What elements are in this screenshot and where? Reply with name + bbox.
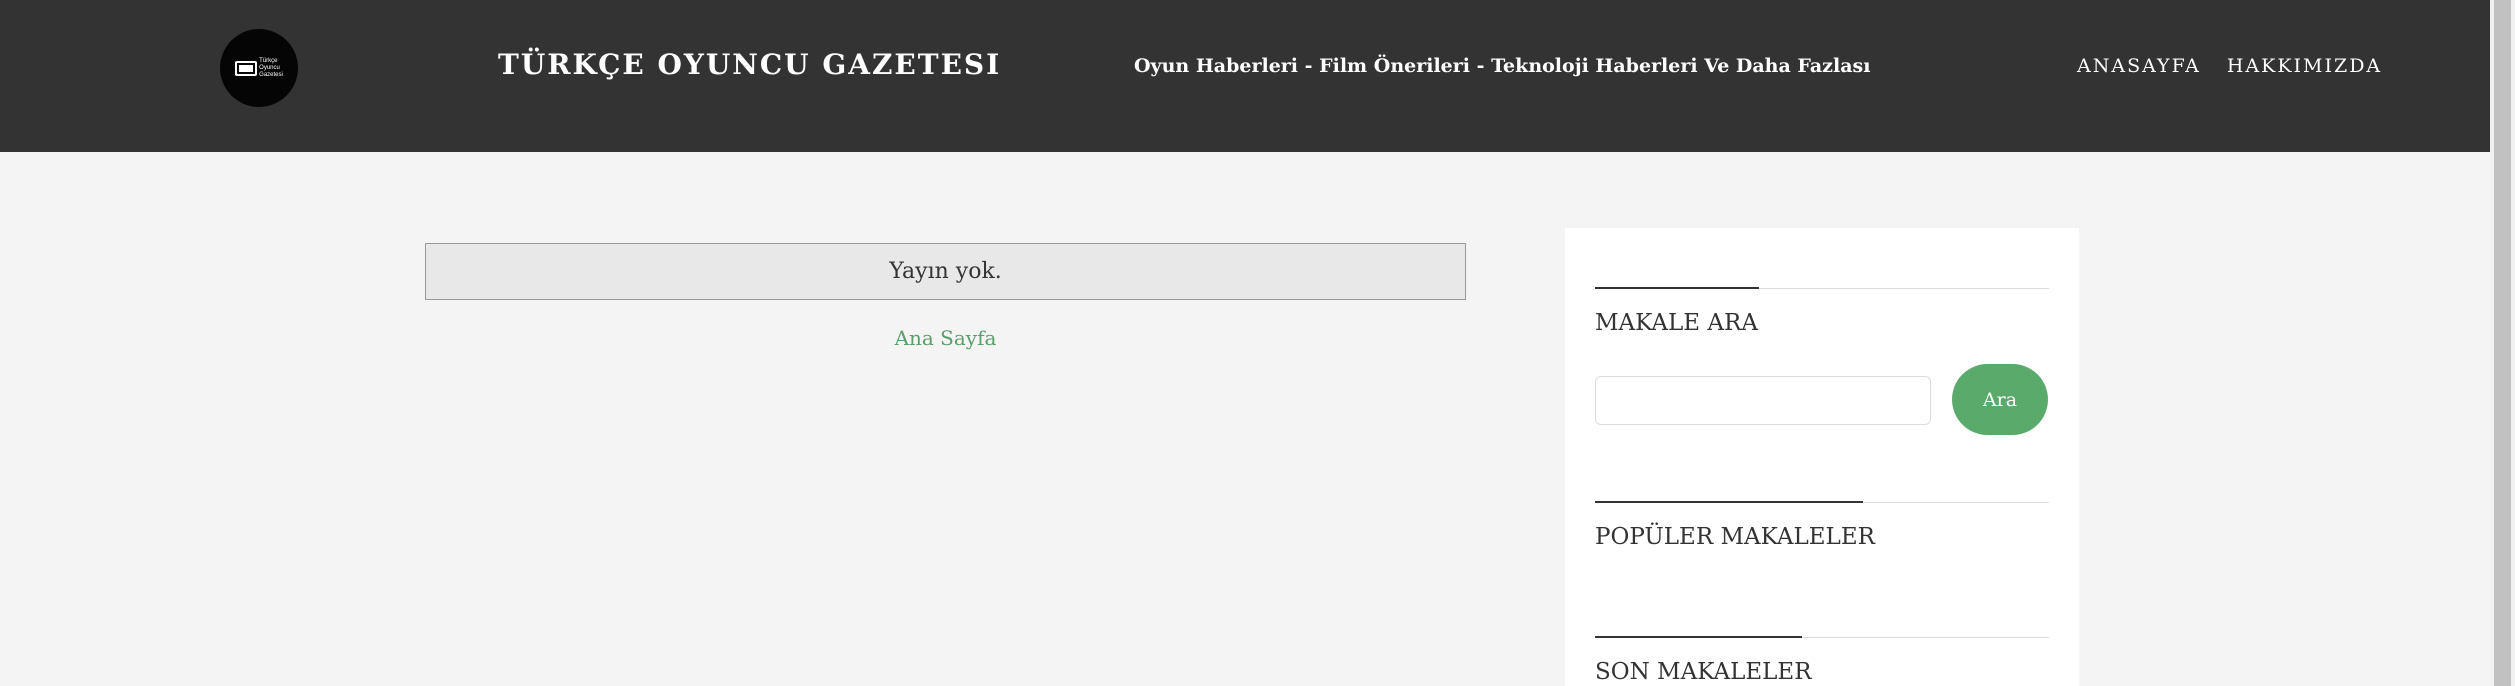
home-link[interactable]: Ana Sayfa [425,326,1466,350]
widget-divider [1595,501,2049,503]
empty-posts-notice: Yayın yok. [425,243,1466,300]
scrollbar-thumb[interactable] [2494,0,2511,686]
sidebar: MAKALE ARA Ara POPÜLER MAKALELER SON MAK… [1565,228,2079,686]
site-title[interactable]: TÜRKÇE OYUNCU GAZETESI [498,48,1001,81]
tv-icon [235,60,258,76]
nav-item-anasayfa[interactable]: ANASAYFA [2077,55,2201,77]
nav-item-hakkimizda[interactable]: HAKKIMIZDA [2227,55,2382,77]
search-button[interactable]: Ara [1952,364,2048,435]
site-tagline: Oyun Haberleri - Film Önerileri - Teknol… [1134,55,1871,77]
main-nav: ANASAYFA HAKKIMIZDA [2077,55,2382,77]
recent-widget: SON MAKALELER [1595,636,2049,685]
logo-text-line: Oyuncu [259,64,280,71]
site-header: Türkçe Oyuncu Gazetesi TÜRKÇE OYUNCU GAZ… [0,0,2490,152]
search-widget: MAKALE ARA [1595,287,2049,336]
widget-title-popular: POPÜLER MAKALELER [1595,524,1875,550]
logo-text: Türkçe Oyuncu Gazetesi [259,58,283,79]
widget-title-search: MAKALE ARA [1595,310,1758,336]
logo-text-line: Türkçe [259,57,278,64]
widget-divider [1595,636,2049,638]
popular-widget: POPÜLER MAKALELER [1595,501,2049,550]
site-logo[interactable]: Türkçe Oyuncu Gazetesi [220,29,298,107]
widget-title-recent: SON MAKALELER [1595,659,1812,685]
page-scrollbar[interactable] [2490,0,2515,686]
logo-text-line: Gazetesi [259,71,283,78]
widget-divider [1595,287,2049,289]
article-search-input[interactable] [1595,376,1931,425]
